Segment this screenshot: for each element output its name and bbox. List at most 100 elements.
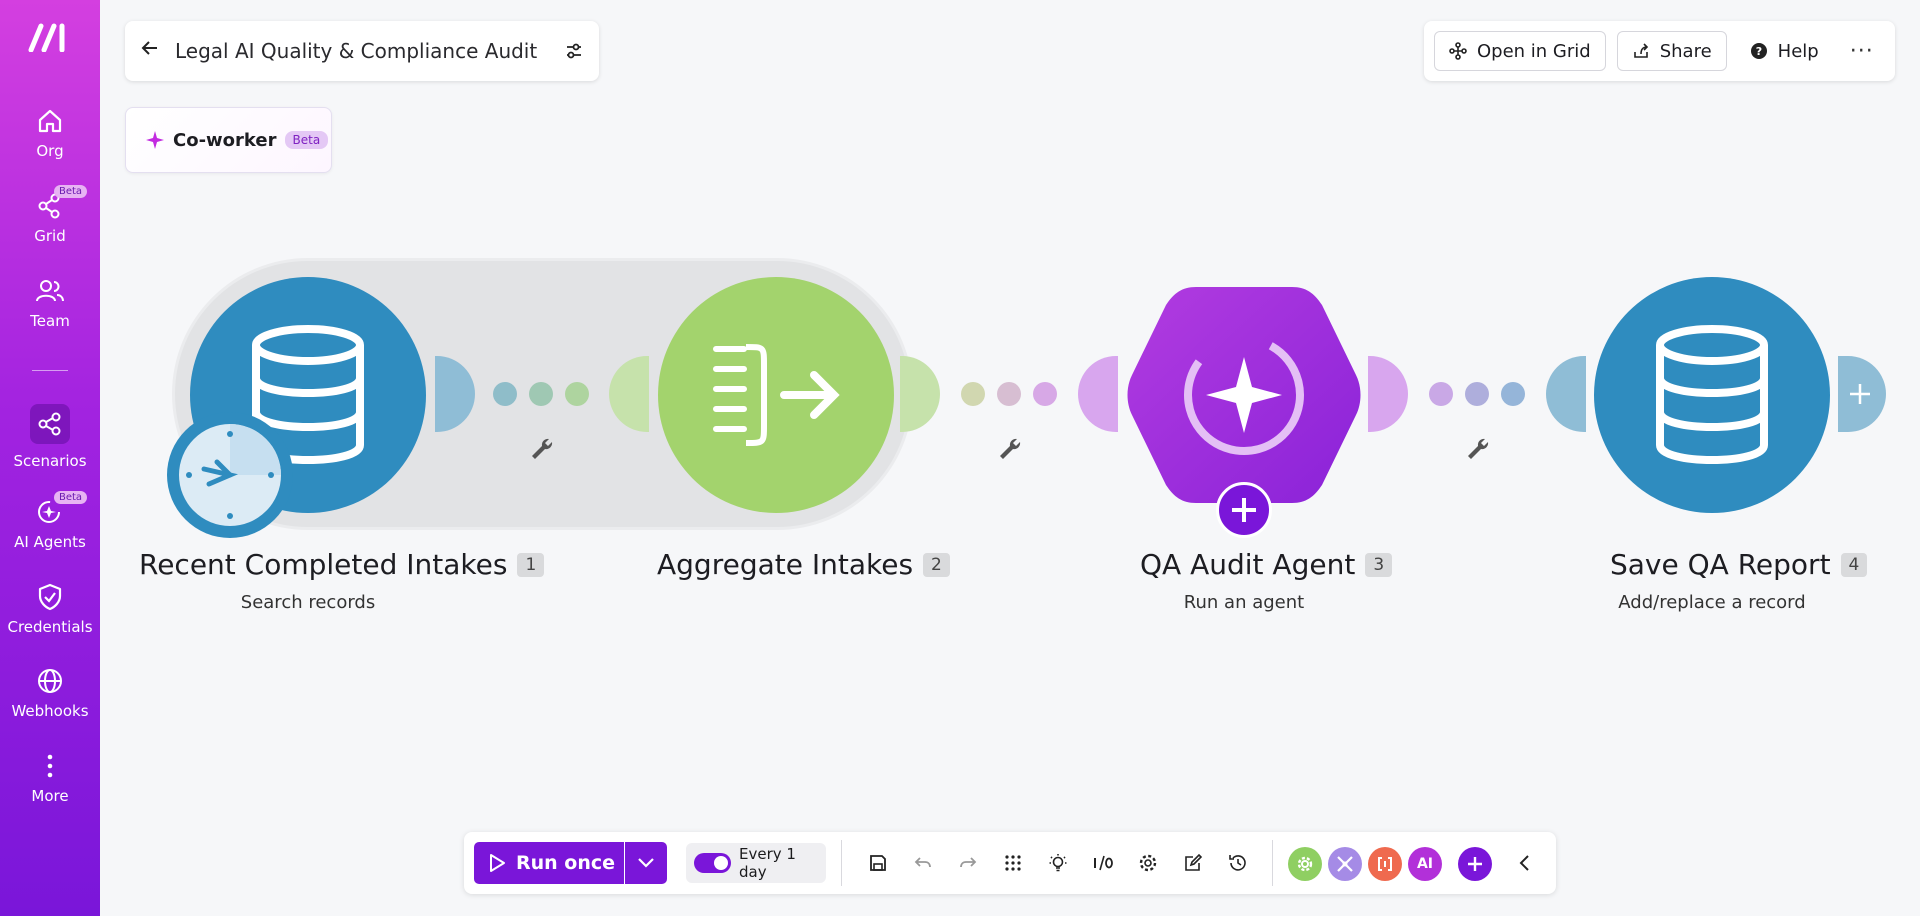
sidebar-item-label: Grid xyxy=(34,227,66,245)
redo-button[interactable] xyxy=(954,849,982,877)
open-in-grid-label: Open in Grid xyxy=(1477,40,1591,62)
coworker-label: Co-worker xyxy=(173,129,277,151)
add-app-button[interactable] xyxy=(1458,847,1492,881)
share-icon xyxy=(1633,43,1648,58)
toolbar-divider xyxy=(1272,840,1273,886)
flow-control-icon xyxy=(1337,856,1353,872)
connector-dot xyxy=(529,382,553,406)
edit-note-icon xyxy=(1185,853,1203,871)
shield-check-icon xyxy=(38,583,62,611)
database-icon xyxy=(1656,325,1768,464)
share-button[interactable]: Share xyxy=(1616,31,1727,71)
sidebar-item-webhooks[interactable]: Webhooks xyxy=(0,666,100,720)
module-name: Aggregate Intakes xyxy=(657,548,914,581)
notes-button[interactable] xyxy=(1179,849,1207,877)
module-subtitle: Search records xyxy=(240,592,376,613)
sidebar-item-grid[interactable]: Beta Grid xyxy=(0,185,100,245)
scenarios-icon xyxy=(38,412,61,436)
grid-nodes-icon xyxy=(1449,42,1467,60)
save-button[interactable] xyxy=(864,849,892,877)
help-button[interactable]: ? Help xyxy=(1738,31,1831,71)
module-circle[interactable] xyxy=(658,277,894,513)
app-chip-text-parser[interactable] xyxy=(1368,847,1402,881)
arrow-left-icon xyxy=(141,41,157,55)
make-logo-icon[interactable] xyxy=(28,22,72,52)
lightbulb-icon xyxy=(1049,854,1067,872)
connector-dot xyxy=(997,382,1021,406)
add-next-module-button[interactable] xyxy=(1838,356,1886,432)
dots-grid-icon xyxy=(1005,855,1021,871)
aggregator-icon xyxy=(713,344,840,446)
back-button[interactable] xyxy=(125,38,175,64)
app-chip-tools[interactable] xyxy=(1288,847,1322,881)
scenario-settings-gear-button[interactable] xyxy=(1134,849,1162,877)
history-icon xyxy=(1229,855,1246,871)
sidebar-item-org[interactable]: Org xyxy=(0,106,100,160)
module-label: QA Audit Agent 3 xyxy=(1140,548,1393,581)
sidebar-item-scenarios[interactable]: Scenarios xyxy=(0,404,100,470)
module-number-badge: 3 xyxy=(1365,552,1393,577)
module-connector-half xyxy=(1546,356,1586,432)
scenario-settings-button[interactable] xyxy=(549,41,599,61)
connector-dot xyxy=(1033,382,1057,406)
history-button[interactable] xyxy=(1224,849,1252,877)
sidebar-item-credentials[interactable]: Credentials xyxy=(0,582,100,636)
help-label: Help xyxy=(1777,40,1819,62)
explain-flow-button[interactable] xyxy=(1044,849,1072,877)
wrench-icon[interactable] xyxy=(529,436,555,462)
module-number-badge: 2 xyxy=(923,552,950,577)
module-connector-half xyxy=(900,356,940,432)
sidebar-item-more[interactable]: More xyxy=(0,751,100,805)
scenario-title[interactable]: Legal AI Quality & Compliance Audit xyxy=(175,39,549,63)
sidebar-divider xyxy=(32,370,68,371)
io-button[interactable] xyxy=(1089,849,1117,877)
gear-icon xyxy=(1297,856,1313,872)
run-once-button[interactable]: Run once xyxy=(474,842,624,884)
plus-icon xyxy=(1468,857,1482,871)
sidebar-item-label: Credentials xyxy=(7,618,93,636)
wrench-icon[interactable] xyxy=(1465,436,1491,462)
beta-badge: Beta xyxy=(54,185,88,198)
svg-text:?: ? xyxy=(1755,45,1761,58)
run-options-dropdown[interactable] xyxy=(625,842,667,884)
run-once-label: Run once xyxy=(516,852,616,874)
sidebar-item-ai-agents[interactable]: Beta AI Agents xyxy=(0,491,100,551)
connector-dot xyxy=(565,382,589,406)
module-circle[interactable] xyxy=(1594,277,1830,513)
module-label: Aggregate Intakes 2 xyxy=(657,548,950,581)
app-chip-flow-control[interactable] xyxy=(1328,847,1362,881)
coworker-button[interactable]: Co-worker Beta xyxy=(125,107,332,173)
more-options-icon[interactable]: ··· xyxy=(1850,39,1874,64)
help-circle-icon: ? xyxy=(1750,43,1767,59)
sidebar-item-label: Scenarios xyxy=(13,452,87,470)
sidebar-item-label: Org xyxy=(36,142,64,160)
auto-align-button[interactable] xyxy=(999,849,1027,877)
sidebar-item-label: Team xyxy=(30,312,70,330)
wrench-icon[interactable] xyxy=(997,436,1023,462)
sidebar-item-label: AI Agents xyxy=(14,533,86,551)
undo-button[interactable] xyxy=(909,849,937,877)
sidebar: Org Beta Grid Team Scenarios Beta AI Age… xyxy=(0,0,100,916)
globe-icon xyxy=(38,669,62,693)
app-chip-ai[interactable]: AI xyxy=(1408,847,1442,881)
chevron-down-icon xyxy=(638,858,654,868)
connector-dot xyxy=(961,382,985,406)
play-icon xyxy=(490,854,505,872)
sidebar-item-label: Webhooks xyxy=(11,702,89,720)
brackets-icon xyxy=(1378,857,1392,871)
plus-icon xyxy=(1232,498,1256,522)
beta-badge: Beta xyxy=(284,131,329,149)
schedule-clock-icon[interactable] xyxy=(167,412,293,538)
more-vertical-icon xyxy=(47,754,53,778)
add-module-button[interactable] xyxy=(1216,482,1272,538)
sidebar-item-team[interactable]: Team xyxy=(0,276,100,330)
bottom-toolbar: Run once Every 1 day AI xyxy=(464,832,1556,894)
module-hexagon[interactable] xyxy=(1126,283,1362,507)
save-icon xyxy=(870,855,886,871)
schedule-toggle[interactable]: Every 1 day xyxy=(686,843,826,883)
collapse-toolbar-button[interactable] xyxy=(1511,849,1539,877)
module-label: Save QA Report 4 xyxy=(1610,548,1868,581)
module-connector-half xyxy=(1368,356,1408,432)
open-in-grid-button[interactable]: Open in Grid xyxy=(1434,31,1606,71)
schedule-switch[interactable] xyxy=(694,853,732,873)
